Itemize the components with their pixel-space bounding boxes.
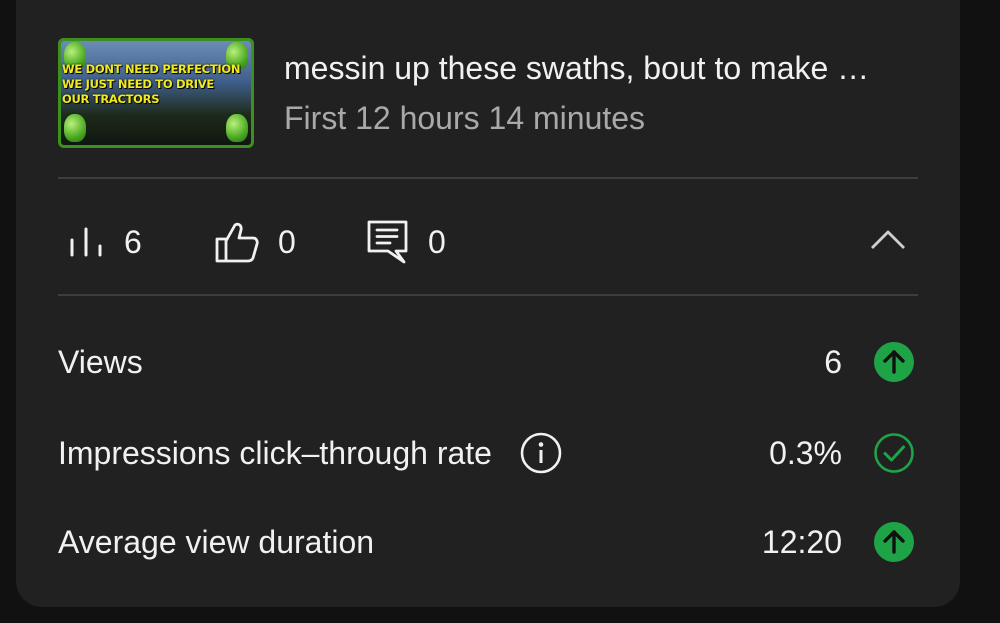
metric-label: Views — [58, 343, 143, 380]
bar-chart-icon — [70, 227, 102, 257]
divider — [58, 294, 918, 296]
comment-icon — [367, 220, 408, 264]
video-title[interactable]: messin up these swaths, bout to make … — [284, 50, 924, 87]
metric-row-ctr[interactable]: Impressions click–through rate 0.3% — [58, 432, 918, 474]
arrow-up-icon — [874, 342, 914, 382]
metric-label: Impressions click–through rate — [58, 434, 492, 471]
check-circle-icon — [874, 433, 914, 473]
views-stat: 6 — [66, 222, 142, 262]
views-count: 6 — [124, 223, 142, 260]
likes-stat: 0 — [214, 222, 296, 263]
arrow-up-icon — [874, 522, 914, 562]
pepper-icon — [64, 114, 86, 142]
thumbnail-caption: WE DONT NEED PERFECTION WE JUST NEED TO … — [62, 62, 241, 106]
time-period: First 12 hours 14 minutes — [284, 100, 646, 136]
info-icon[interactable] — [520, 432, 562, 474]
metric-row-avg-duration[interactable]: Average view duration 12:20 — [58, 522, 918, 562]
comments-count: 0 — [428, 223, 446, 260]
metric-row-views[interactable]: Views 6 — [58, 342, 918, 382]
metric-label: Average view duration — [58, 523, 375, 560]
pepper-icon — [226, 114, 248, 142]
likes-count: 0 — [278, 223, 296, 260]
video-thumbnail[interactable]: WE DONT NEED PERFECTION WE JUST NEED TO … — [58, 38, 254, 148]
chevron-up-icon — [871, 230, 905, 249]
collapse-button[interactable] — [868, 222, 908, 258]
thumbs-up-icon — [215, 222, 259, 263]
metric-value: 0.3% — [769, 434, 842, 471]
metric-value: 12:20 — [761, 523, 842, 560]
comments-stat: 0 — [366, 220, 446, 264]
divider — [58, 177, 918, 179]
metric-value: 6 — [824, 343, 842, 380]
